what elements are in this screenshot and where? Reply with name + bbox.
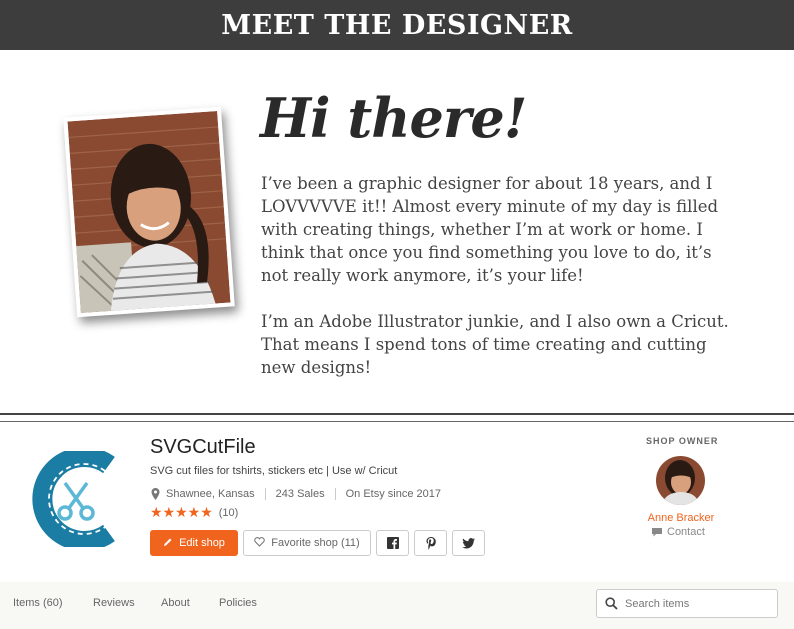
tab-policies[interactable]: Policies — [219, 597, 257, 609]
shop-sales[interactable]: 243 Sales — [276, 488, 325, 500]
pinterest-share-button[interactable] — [414, 530, 447, 556]
shop-logo[interactable] — [27, 447, 119, 551]
shop-meta: Shawnee, Kansas 243 Sales On Etsy since … — [150, 488, 441, 500]
banner-title: MEET THE DESIGNER — [221, 9, 573, 41]
shop-rating[interactable]: ★★★★★ (10) — [150, 504, 238, 521]
star-rating-icon: ★★★★★ — [150, 504, 213, 520]
owner-avatar[interactable] — [656, 456, 705, 505]
heart-icon — [254, 536, 266, 550]
edit-shop-button[interactable]: Edit shop — [150, 530, 238, 556]
review-count: (10) — [218, 506, 239, 519]
search-icon — [605, 597, 618, 610]
contact-owner-link[interactable]: Contact — [652, 526, 705, 538]
shop-since: On Etsy since 2017 — [345, 488, 441, 500]
tab-reviews[interactable]: Reviews — [93, 597, 135, 609]
pinterest-icon — [426, 536, 436, 550]
section-divider — [0, 413, 794, 415]
search-input[interactable] — [625, 597, 765, 610]
meta-divider — [264, 488, 266, 500]
bio-paragraph-2: I’m an Adobe Illustrator junkie, and I a… — [261, 312, 729, 377]
designer-photo — [63, 106, 235, 318]
section-divider-thin — [0, 421, 794, 422]
greeting-heading: Hi there! — [260, 86, 527, 150]
location-pin-icon — [151, 488, 160, 500]
search-box[interactable] — [596, 589, 778, 618]
meta-divider — [334, 488, 336, 500]
favorite-shop-button[interactable]: Favorite shop (11) — [243, 530, 371, 556]
facebook-icon — [386, 537, 399, 549]
bio-paragraph-1: I’ve been a graphic designer for about 1… — [261, 174, 719, 285]
tab-items[interactable]: Items (60) — [13, 597, 63, 609]
favorite-shop-label: Favorite shop (11) — [271, 537, 360, 549]
shop-owner-label: SHOP OWNER — [646, 436, 719, 446]
message-icon — [652, 527, 662, 536]
shop-location: Shawnee, Kansas — [166, 488, 255, 500]
twitter-icon — [462, 537, 475, 548]
contact-label: Contact — [667, 526, 705, 538]
edit-shop-label: Edit shop — [179, 537, 225, 549]
owner-name-link[interactable]: Anne Bracker — [646, 512, 716, 524]
meet-designer-banner: MEET THE DESIGNER — [0, 0, 794, 50]
shop-name[interactable]: SVGCutFile — [150, 436, 256, 459]
shop-actions: Edit shop Favorite shop (11) — [150, 530, 490, 556]
shop-tagline: SVG cut files for tshirts, stickers etc … — [150, 465, 398, 477]
twitter-share-button[interactable] — [452, 530, 485, 556]
tab-about[interactable]: About — [161, 597, 190, 609]
facebook-share-button[interactable] — [376, 530, 409, 556]
pencil-icon — [163, 537, 173, 550]
